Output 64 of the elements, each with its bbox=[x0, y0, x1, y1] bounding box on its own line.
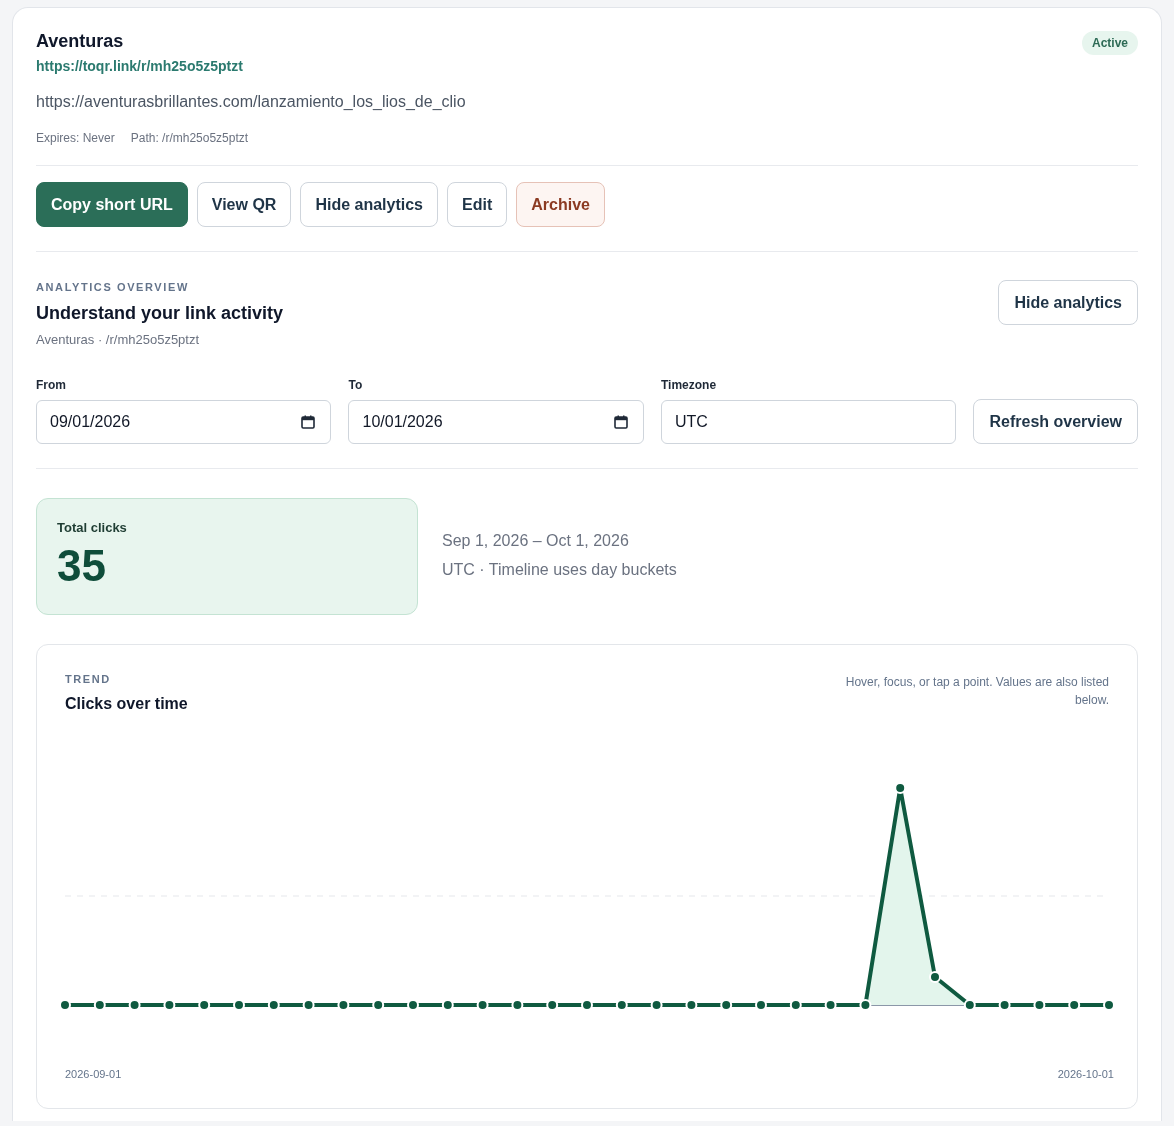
data-point[interactable] bbox=[685, 999, 698, 1011]
section-eyebrow: ANALYTICS OVERVIEW bbox=[36, 280, 190, 295]
data-point[interactable] bbox=[789, 999, 802, 1011]
data-point[interactable] bbox=[929, 971, 941, 983]
data-point[interactable] bbox=[755, 999, 767, 1011]
chart-hint: Hover, focus, or tap a point. Values are also listed below. bbox=[844, 674, 1109, 709]
meta-text: Path: /r/mh25o5z5ptzt bbox=[130, 130, 249, 146]
data-point[interactable] bbox=[163, 999, 176, 1011]
field-label: To bbox=[348, 377, 363, 393]
destination-url: https://aventurasbrillantes.com/lanzamiento_los_lios_de_clio bbox=[36, 92, 466, 112]
calendar-icon[interactable] bbox=[301, 415, 316, 429]
data-point[interactable] bbox=[511, 999, 524, 1011]
data-point[interactable] bbox=[1033, 999, 1046, 1011]
data-point[interactable] bbox=[1068, 999, 1081, 1011]
section-subtitle: Aventuras · /r/mh25o5z5ptzt bbox=[36, 331, 201, 349]
data-point[interactable] bbox=[998, 999, 1011, 1011]
data-point[interactable] bbox=[93, 999, 106, 1011]
action-button[interactable]: Edit bbox=[447, 182, 508, 227]
status-badge: Active bbox=[1081, 31, 1138, 55]
data-point[interactable] bbox=[128, 999, 141, 1011]
chart-eyebrow: TREND bbox=[65, 672, 112, 687]
short-url-link[interactable]: https://toqr.link/r/mh25o5z5ptzt bbox=[36, 56, 243, 76]
axis-label: 2026-09-01 bbox=[65, 1067, 122, 1081]
hide-analytics-button[interactable]: Hide analytics bbox=[998, 280, 1138, 325]
data-point[interactable] bbox=[233, 999, 245, 1011]
meta-text: Expires: Never bbox=[36, 130, 115, 146]
data-point[interactable] bbox=[59, 999, 71, 1011]
refresh-button[interactable]: Refresh overview bbox=[973, 399, 1138, 444]
data-point[interactable] bbox=[963, 999, 976, 1011]
data-point[interactable] bbox=[441, 999, 454, 1011]
data-point[interactable] bbox=[372, 999, 385, 1011]
data-point[interactable] bbox=[546, 999, 559, 1011]
data-point[interactable] bbox=[267, 999, 280, 1011]
link-title: Aventuras bbox=[36, 30, 124, 52]
timezone-field[interactable]: UTC bbox=[661, 400, 957, 444]
range-text: Sep 1, 2026 – Oct 1, 2026 bbox=[442, 531, 630, 551]
chart-title: Clicks over time bbox=[65, 694, 188, 714]
data-point[interactable] bbox=[824, 999, 837, 1011]
data-point[interactable] bbox=[581, 999, 593, 1011]
data-point[interactable] bbox=[650, 999, 663, 1011]
action-button[interactable]: Copy short URL bbox=[36, 182, 188, 227]
data-point[interactable] bbox=[1103, 999, 1115, 1011]
axis-label: 2026-10-01 bbox=[1057, 1067, 1114, 1081]
data-point[interactable] bbox=[407, 999, 419, 1011]
action-button[interactable]: Hide analytics bbox=[300, 182, 438, 227]
field-label: From bbox=[36, 377, 66, 393]
data-point[interactable] bbox=[615, 999, 628, 1011]
data-point[interactable] bbox=[720, 999, 733, 1011]
data-point[interactable] bbox=[302, 999, 315, 1011]
data-point[interactable] bbox=[198, 999, 211, 1011]
action-button[interactable]: View QR bbox=[196, 182, 292, 227]
total-clicks-label: Total clicks bbox=[57, 519, 128, 537]
data-point[interactable] bbox=[859, 999, 872, 1011]
field-label: Timezone bbox=[661, 377, 717, 393]
date-field[interactable]: 10/01/2026 bbox=[348, 400, 644, 444]
total-clicks-value: 35 bbox=[57, 541, 107, 591]
date-field[interactable]: 09/01/2026 bbox=[36, 400, 332, 444]
action-button[interactable]: Archive bbox=[516, 182, 605, 227]
data-point[interactable] bbox=[894, 782, 907, 794]
data-point[interactable] bbox=[476, 999, 489, 1011]
section-title: Understand your link activity bbox=[36, 302, 284, 325]
data-point[interactable] bbox=[337, 999, 350, 1011]
range-text: UTC · Timeline uses day buckets bbox=[442, 560, 677, 580]
calendar-icon[interactable] bbox=[614, 415, 628, 429]
